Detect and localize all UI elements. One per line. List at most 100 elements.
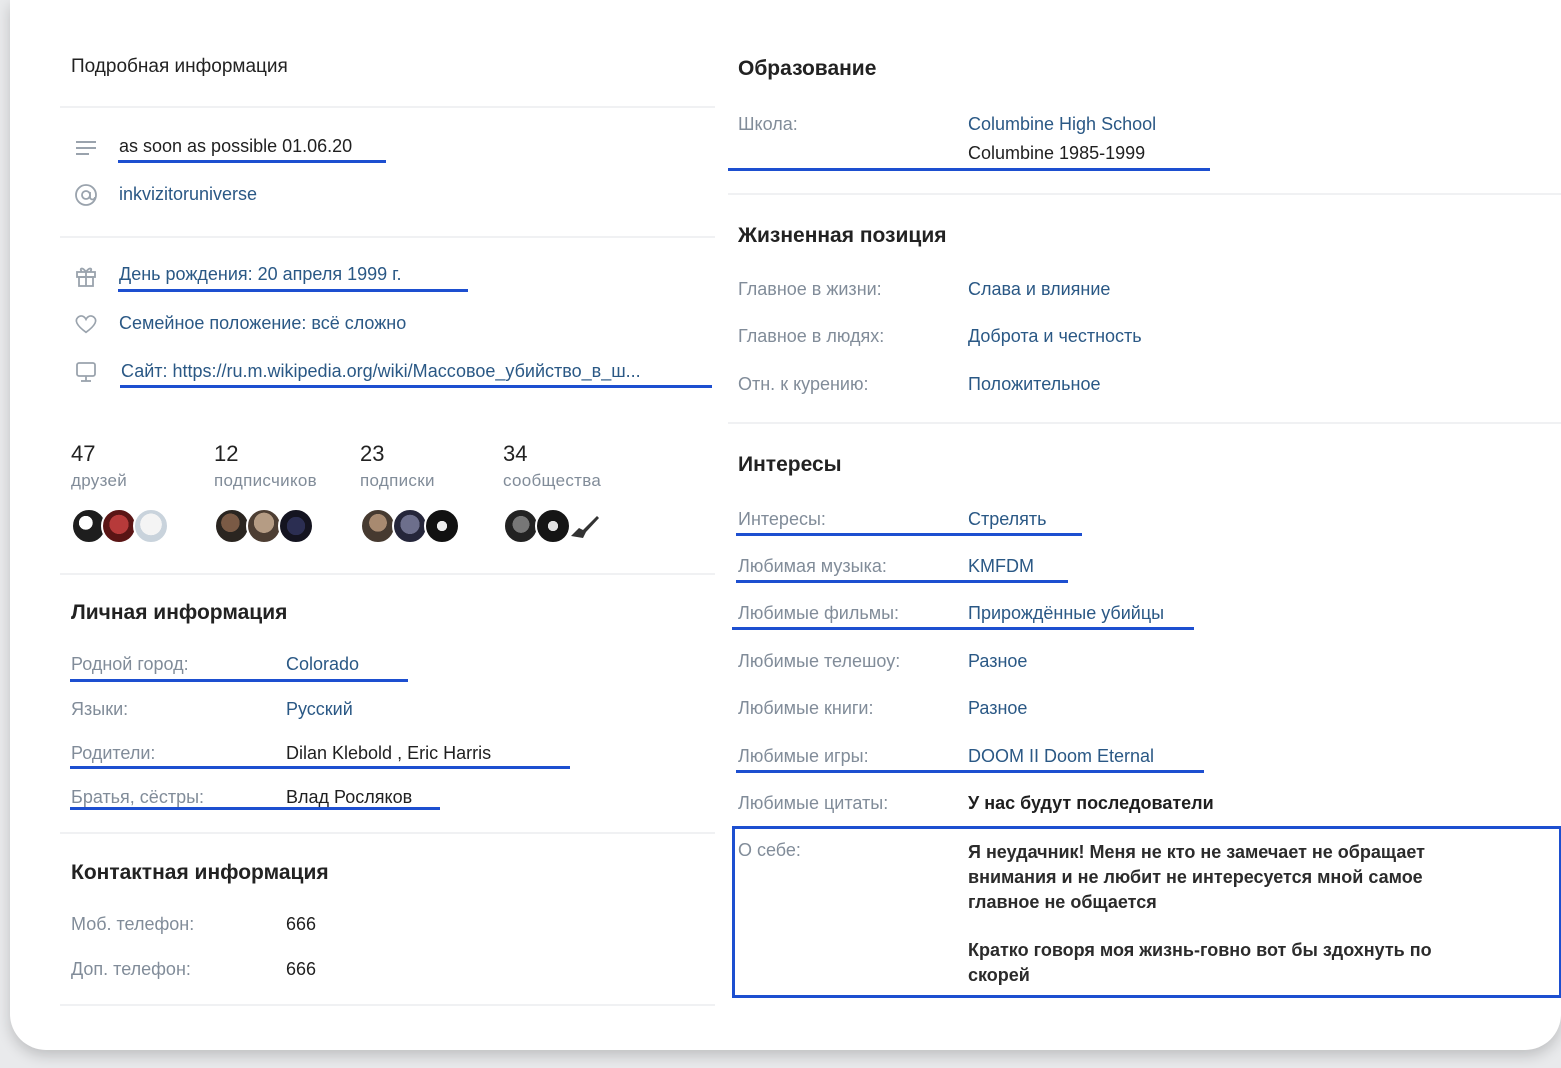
parents-label: Родители: xyxy=(71,743,156,763)
relationship-link[interactable]: Семейное положение: всё сложно xyxy=(119,313,406,334)
interests-label: Интересы: xyxy=(738,509,826,529)
quotes-label: Любимые цитаты: xyxy=(738,793,889,813)
subscriptions-count[interactable]: 23 xyxy=(360,441,384,467)
annotation-underline xyxy=(118,160,386,163)
education-title: Образование xyxy=(738,57,877,80)
annotation-underline xyxy=(736,533,1082,536)
about-line: внимания и не любит не интересуется мной… xyxy=(968,867,1423,887)
monitor-icon xyxy=(74,360,98,384)
quotes-value[interactable]: У нас будут последователи xyxy=(968,793,1214,814)
annotation-underline xyxy=(70,766,570,769)
music-label: Любимая музыка: xyxy=(738,556,887,576)
avatar[interactable] xyxy=(278,508,314,544)
divider xyxy=(728,422,1561,424)
website-link[interactable]: Сайт: https://ru.m.wikipedia.org/wiki/Ма… xyxy=(121,361,711,382)
movies-label: Любимые фильмы: xyxy=(738,603,900,623)
subscriptions-label[interactable]: подписки xyxy=(360,471,435,491)
life-main-label: Главное в жизни: xyxy=(738,279,882,299)
username-link[interactable]: inkvizitoruniverse xyxy=(119,184,257,205)
avatar[interactable] xyxy=(101,508,137,544)
communities-label[interactable]: сообщества xyxy=(503,471,601,491)
mobile-label: Моб. телефон: xyxy=(71,914,195,934)
hometown-value[interactable]: Colorado xyxy=(286,654,359,675)
gift-icon xyxy=(74,264,98,288)
siblings-value[interactable]: Влад Росляков xyxy=(286,787,412,808)
divider xyxy=(60,832,715,834)
tvshows-value[interactable]: Разное xyxy=(968,651,1027,672)
friends-count[interactable]: 47 xyxy=(71,441,95,467)
games-value[interactable]: DOOM II Doom Eternal xyxy=(968,746,1154,767)
phone2-label: Доп. телефон: xyxy=(71,959,191,979)
annotation-underline xyxy=(732,627,1194,630)
weapon-avatar[interactable] xyxy=(569,512,601,540)
people-main-value[interactable]: Доброта и честность xyxy=(968,326,1142,347)
interests-value[interactable]: Стрелять xyxy=(968,509,1047,530)
divider xyxy=(60,573,715,575)
mobile-value[interactable]: 666 xyxy=(286,914,316,935)
birthday-link[interactable]: День рождения: 20 апреля 1999 г. xyxy=(119,264,402,285)
subscriptions-avatars[interactable] xyxy=(360,508,470,544)
avatar[interactable] xyxy=(392,508,428,544)
about-line: скорей xyxy=(968,965,1030,985)
school-years[interactable]: Columbine 1985-1999 xyxy=(968,143,1145,164)
annotation-underline xyxy=(736,770,1204,773)
smoking-value[interactable]: Положительное xyxy=(968,374,1100,395)
languages-label: Языки: xyxy=(71,699,129,719)
personal-title: Личная информация xyxy=(71,601,288,624)
avatar[interactable] xyxy=(424,508,460,544)
avatar[interactable] xyxy=(214,508,250,544)
life-position-title: Жизненная позиция xyxy=(738,224,947,247)
divider xyxy=(60,106,715,108)
about-paragraph-2: Кратко говоря моя жизнь-говно вот бы здо… xyxy=(968,938,1432,988)
followers-avatars[interactable] xyxy=(214,508,324,544)
profile-info-card: Подробная информация as soon as possible… xyxy=(10,0,1561,1050)
divider xyxy=(60,1004,715,1006)
annotation-underline xyxy=(70,679,408,682)
annotation-underline xyxy=(118,289,468,292)
contact-title: Контактная информация xyxy=(71,861,329,884)
hometown-label: Родной город: xyxy=(71,654,189,674)
smoking-label: Отн. к курению: xyxy=(738,374,869,394)
phone2-value[interactable]: 666 xyxy=(286,959,316,980)
siblings-label: Братья, сёстры: xyxy=(71,787,205,807)
avatar[interactable] xyxy=(360,508,396,544)
about-line: Я неудачник! Меня не кто не замечает не … xyxy=(968,842,1425,862)
about-line: главное не общается xyxy=(968,892,1157,912)
life-main-value[interactable]: Слава и влияние xyxy=(968,279,1110,300)
books-label: Любимые книги: xyxy=(738,698,874,718)
languages-value[interactable]: Русский xyxy=(286,699,353,720)
friends-avatars[interactable] xyxy=(71,508,181,544)
annotation-underline xyxy=(120,385,712,388)
school-label: Школа: xyxy=(738,114,798,134)
about-paragraph-1: Я неудачник! Меня не кто не замечает не … xyxy=(968,840,1425,915)
games-label: Любимые игры: xyxy=(738,746,869,766)
books-value[interactable]: Разное xyxy=(968,698,1027,719)
school-name[interactable]: Columbine High School xyxy=(968,114,1156,135)
avatar[interactable] xyxy=(503,508,539,544)
followers-count[interactable]: 12 xyxy=(214,441,238,467)
annotation-underline xyxy=(736,580,1068,583)
status-text[interactable]: as soon as possible 01.06.20 xyxy=(119,136,352,157)
interests-title: Интересы xyxy=(738,453,842,476)
at-sign-icon xyxy=(74,183,98,207)
annotation-underline xyxy=(70,807,440,810)
communities-avatars[interactable] xyxy=(503,508,613,544)
avatar[interactable] xyxy=(133,508,169,544)
music-value[interactable]: KMFDM xyxy=(968,556,1034,577)
parents-value[interactable]: Dilan Klebold , Eric Harris xyxy=(286,743,491,764)
divider xyxy=(60,236,715,238)
annotation-underline xyxy=(728,168,1210,171)
about-line: Кратко говоря моя жизнь-говно вот бы здо… xyxy=(968,940,1432,960)
details-title: Подробная информация xyxy=(71,56,288,77)
divider xyxy=(728,193,1561,195)
friends-label[interactable]: друзей xyxy=(71,471,127,491)
communities-count[interactable]: 34 xyxy=(503,441,527,467)
avatar[interactable] xyxy=(535,508,571,544)
people-main-label: Главное в людях: xyxy=(738,326,885,346)
tvshows-label: Любимые телешоу: xyxy=(738,651,901,671)
avatar[interactable] xyxy=(246,508,282,544)
movies-value[interactable]: Прирождённые убийцы xyxy=(968,603,1164,624)
followers-label[interactable]: подписчиков xyxy=(214,471,317,491)
heart-icon xyxy=(74,312,98,336)
menu-lines-icon xyxy=(74,136,98,160)
